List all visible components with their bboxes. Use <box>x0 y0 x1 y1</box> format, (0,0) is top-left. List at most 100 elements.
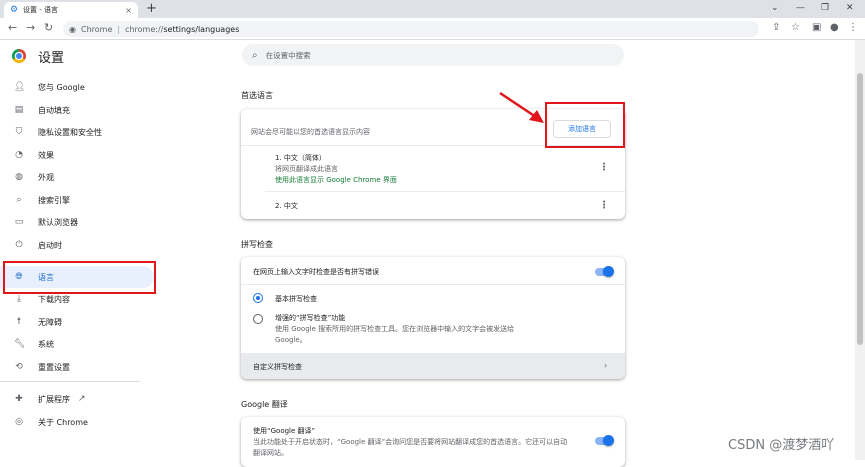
sidebar-item-label: 下载内容 <box>38 294 70 304</box>
sidebar-item-label: 默认浏览器 <box>38 217 78 227</box>
sidebar-item-label: 外观 <box>38 172 54 182</box>
highlight-box-languages <box>3 261 156 294</box>
forward-arrow-icon[interactable]: → <box>26 22 35 34</box>
back-arrow-icon[interactable]: ← <box>8 22 17 34</box>
autofill-icon: ▤ <box>14 105 24 115</box>
sidebar-item-default-browser[interactable]: ▭ 默认浏览器 <box>0 211 154 233</box>
chevron-right-icon: › <box>604 361 608 370</box>
sidebar-item-label: 扩展程序 <box>38 394 70 404</box>
puzzle-icon: ✚ <box>15 394 23 404</box>
sidebar-item-label: 隐私设置和安全性 <box>38 127 102 137</box>
speedometer-icon: ◔ <box>15 150 23 160</box>
close-window-button[interactable]: ✕ <box>846 3 854 13</box>
sidebar-item-label: 无障碍 <box>38 317 62 327</box>
translate-desc-2: 翻译网站。 <box>253 449 288 457</box>
side-panel-icon[interactable]: ▣ <box>812 22 821 34</box>
address-bar[interactable]: ◉ Chrome | chrome://settings/languages <box>63 21 759 37</box>
sidebar-item-label: 效果 <box>38 150 54 160</box>
languages-description: 网站会尽可能以您的首选语言显示内容 <box>251 128 370 136</box>
tab-settings-languages[interactable]: ⚙ 设置 - 语言 × <box>4 2 138 18</box>
search-icon: ⌕ <box>16 195 22 205</box>
translate-desc-1: 当此功能处于开启状态时，“Google 翻译”会询问您是否要将网站翻译成您的首选… <box>253 438 568 446</box>
translate-section-title: Google 翻译 <box>241 400 288 409</box>
sidebar-item-privacy[interactable]: ⛉ 隐私设置和安全性 <box>0 121 154 143</box>
language-1-translate-note: 将网页翻译成此语言 <box>275 165 338 173</box>
new-tab-button[interactable]: + <box>146 1 157 17</box>
basic-spellcheck-label: 基本拼写检查 <box>275 295 317 303</box>
sidebar-item-on-startup[interactable]: ⏻ 启动时 <box>0 234 154 256</box>
sidebar-item-system[interactable]: 🔧︎ 系统 <box>0 333 154 355</box>
sidebar-divider <box>0 381 140 382</box>
language-1-name: 1. 中文（简体） <box>275 154 326 162</box>
minimize-button[interactable]: — <box>796 3 805 13</box>
chrome-icon: ◎ <box>15 417 23 427</box>
search-icon: ⌕ <box>252 49 258 61</box>
enhanced-spellcheck-label: 增强的“拼写检查”功能 <box>275 314 346 322</box>
language-1-more-icon[interactable]: ⋮ <box>599 163 609 173</box>
sidebar-item-label: 重置设置 <box>38 362 70 372</box>
language-2-name: 2. 中文 <box>275 202 298 210</box>
sidebar-item-you-and-google[interactable]: 👤︎ 您与 Google <box>0 76 154 98</box>
spellcheck-divider <box>241 284 625 285</box>
sidebar-item-label: 搜索引擎 <box>38 195 70 205</box>
chrome-site-icon: ◉ <box>69 24 76 34</box>
browser-icon: ▭ <box>14 217 24 227</box>
basic-spellcheck-radio[interactable] <box>253 293 263 303</box>
chrome-logo <box>12 49 26 63</box>
languages-section-title: 首选语言 <box>241 91 273 100</box>
site-label: Chrome <box>80 24 113 34</box>
sidebar-item-label: 系统 <box>38 339 54 349</box>
sidebar-item-accessibility[interactable]: ☨ 无障碍 <box>0 311 154 333</box>
sidebar-item-label: 自动填充 <box>38 105 70 115</box>
language-row-divider <box>265 191 625 192</box>
sidebar-item-appearance[interactable]: ◍ 外观 <box>0 166 154 188</box>
sidebar-item-extensions[interactable]: ✚ 扩展程序 ↗ <box>0 388 154 410</box>
url-separator: | <box>117 24 121 34</box>
scrollbar-thumb[interactable] <box>857 73 863 345</box>
annotation-arrow-icon <box>499 91 544 123</box>
url-scheme: chrome:// <box>125 24 164 34</box>
bookmark-star-icon[interactable]: ☆ <box>791 22 800 34</box>
enhanced-spellcheck-radio[interactable] <box>253 314 263 324</box>
accessibility-icon: ☨ <box>16 317 22 327</box>
language-1-ui-note: 使用此语言显示 Google Chrome 界面 <box>275 176 397 184</box>
sidebar-item-search-engine[interactable]: ⌕ 搜索引擎 <box>0 189 154 211</box>
settings-search-input[interactable]: ⌕ 在设置中搜索 <box>242 44 624 66</box>
sidebar-item-label: 您与 Google <box>38 82 85 92</box>
translate-toggle[interactable] <box>595 435 614 446</box>
profile-icon[interactable]: ● <box>830 22 839 34</box>
spellcheck-toggle[interactable] <box>595 266 614 277</box>
tab-title: 设置 - 语言 <box>23 6 58 14</box>
palette-icon: ◍ <box>15 172 23 182</box>
custom-spellcheck-label: 自定义拼写检查 <box>253 363 302 371</box>
power-icon: ⏻ <box>15 240 23 250</box>
wrench-icon: 🔧︎ <box>14 339 26 349</box>
history-icon: ⟲ <box>15 362 23 372</box>
maximize-button[interactable]: ❐ <box>821 3 829 13</box>
sidebar-item-about-chrome[interactable]: ◎ 关于 Chrome <box>0 411 154 433</box>
url-path: settings/languages <box>163 24 240 34</box>
page-title: 设置 <box>38 51 65 66</box>
enhanced-spellcheck-desc-2: Google。 <box>275 336 307 344</box>
highlight-box-add-language <box>545 102 625 148</box>
language-2-more-icon[interactable]: ⋮ <box>599 201 609 211</box>
person-icon: 👤︎ <box>14 82 26 92</box>
sidebar-item-label: 关于 Chrome <box>38 417 88 427</box>
sidebar-item-reset[interactable]: ⟲ 重置设置 <box>0 356 154 378</box>
sidebar-item-label: 启动时 <box>38 240 62 250</box>
sidebar-item-performance[interactable]: ◔ 效果 <box>0 144 154 166</box>
tab-close-button[interactable]: × <box>125 6 132 15</box>
spellcheck-toggle-label: 在网页上输入文字时检查是否有拼写错误 <box>253 268 379 276</box>
external-link-icon: ↗ <box>78 394 86 404</box>
share-icon[interactable]: ⇪ <box>772 22 780 34</box>
menu-kebab-icon[interactable]: ⋮ <box>848 22 858 34</box>
shield-icon: ⛉ <box>15 127 23 137</box>
sidebar-item-autofill[interactable]: ▤ 自动填充 <box>0 99 154 121</box>
gear-icon: ⚙ <box>10 5 19 15</box>
download-icon: ⤓ <box>17 294 21 304</box>
reload-icon[interactable]: ↻ <box>44 22 53 34</box>
tab-search-button[interactable]: ⌄ <box>771 3 779 13</box>
enhanced-spellcheck-desc-1: 使用 Google 搜索所用的拼写检查工具。您在浏览器中输入的文字会被发送给 <box>275 325 515 333</box>
search-placeholder: 在设置中搜索 <box>265 50 311 60</box>
translate-toggle-label: 使用“Google 翻译” <box>253 427 316 435</box>
